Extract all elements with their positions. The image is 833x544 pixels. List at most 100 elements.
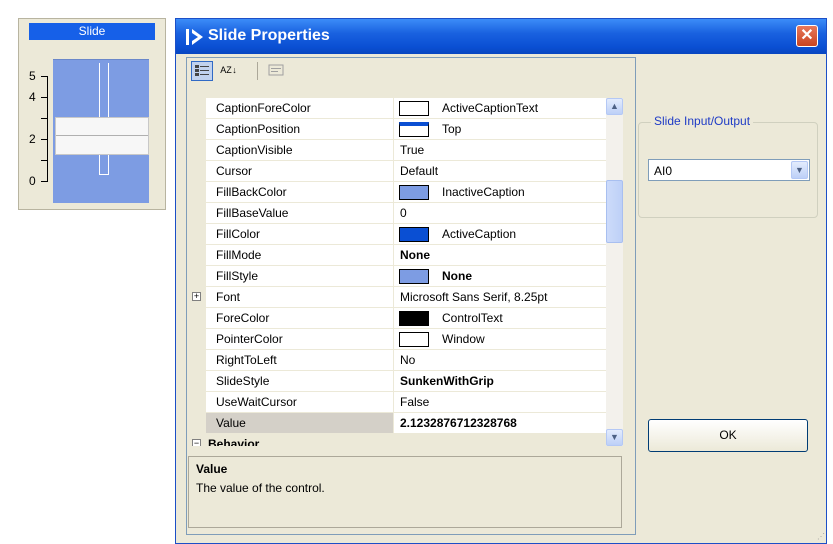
property-name: ForeColor xyxy=(216,311,270,325)
column-divider xyxy=(393,371,394,392)
property-value[interactable]: 0 xyxy=(400,206,606,220)
slide-control[interactable]: Slide 5 4 2 0 xyxy=(18,18,166,210)
property-value[interactable]: InactiveCaption xyxy=(442,185,606,199)
property-row[interactable]: FillStyle None xyxy=(188,266,606,287)
property-row[interactable]: FillMode None xyxy=(188,245,606,266)
scroll-up-arrow-icon[interactable]: ▲ xyxy=(606,98,623,115)
property-name: CaptionForeColor xyxy=(216,101,311,115)
property-row[interactable]: CaptionVisible True xyxy=(188,140,606,161)
property-name: UseWaitCursor xyxy=(216,395,297,409)
column-divider xyxy=(393,350,394,371)
description-panel: Value The value of the control. xyxy=(188,456,622,528)
property-value[interactable]: 2.1232876712328768 xyxy=(400,416,606,430)
color-swatch xyxy=(399,227,429,242)
property-value[interactable]: ControlText xyxy=(442,311,606,325)
property-row[interactable]: FillColor ActiveCaption xyxy=(188,224,606,245)
slide-thumb[interactable] xyxy=(55,117,149,156)
scale-label-0: 0 xyxy=(29,174,36,188)
property-value[interactable]: Default xyxy=(400,164,606,178)
property-row[interactable]: Value 2.1232876712328768 xyxy=(188,413,606,434)
property-name: Value xyxy=(216,416,246,430)
category-label: Behavior xyxy=(208,437,260,446)
column-divider xyxy=(393,245,394,266)
property-row[interactable]: UseWaitCursor False xyxy=(188,392,606,413)
scale-tick-1 xyxy=(41,160,47,161)
categorized-view-button[interactable] xyxy=(191,61,213,81)
column-divider xyxy=(393,266,394,287)
property-value[interactable]: No xyxy=(400,353,606,367)
property-row[interactable]: CaptionPosition Top xyxy=(188,119,606,140)
property-value[interactable]: True xyxy=(400,143,606,157)
toolbar-separator xyxy=(257,62,258,80)
column-divider xyxy=(393,329,394,350)
property-list-scrollbar[interactable]: ▲ ▼ xyxy=(606,98,623,446)
collapse-icon[interactable]: − xyxy=(192,439,201,446)
property-grid: A Z ↓ CaptionForeColor ActiveCaptionText C… xyxy=(186,57,636,535)
scale-label-4: 4 xyxy=(29,90,36,104)
category-row-behavior[interactable]: − Behavior xyxy=(188,434,606,446)
column-divider xyxy=(393,308,394,329)
slide-io-group-title: Slide Input/Output xyxy=(651,114,754,128)
property-value[interactable]: ActiveCaption xyxy=(442,227,606,241)
ok-button[interactable]: OK xyxy=(648,419,808,452)
property-row[interactable]: Cursor Default xyxy=(188,161,606,182)
scroll-down-arrow-icon[interactable]: ▼ xyxy=(606,429,623,446)
scale-tick-0 xyxy=(41,181,47,182)
play-arrow-icon xyxy=(186,29,203,45)
property-row[interactable]: + Font Microsoft Sans Serif, 8.25pt xyxy=(188,287,606,308)
property-value[interactable]: ActiveCaptionText xyxy=(442,101,606,115)
caption-position-swatch xyxy=(399,122,429,137)
column-divider xyxy=(393,98,394,119)
property-name: SlideStyle xyxy=(216,374,270,388)
categorized-view-icon xyxy=(195,65,209,76)
slide-caption: Slide xyxy=(29,23,155,40)
property-value[interactable]: Window xyxy=(442,332,606,346)
property-row[interactable]: SlideStyle SunkenWithGrip xyxy=(188,371,606,392)
property-name: Font xyxy=(216,290,241,304)
alphabetical-sort-button[interactable]: A Z ↓ xyxy=(215,61,241,81)
scale-tick-5 xyxy=(41,76,47,77)
property-name: FillColor xyxy=(216,227,261,241)
property-row[interactable]: FillBaseValue 0 xyxy=(188,203,606,224)
property-pages-button[interactable] xyxy=(265,61,287,81)
property-row[interactable]: RightToLeft No xyxy=(188,350,606,371)
property-value[interactable]: None xyxy=(400,248,606,262)
property-row[interactable]: FillBackColor InactiveCaption xyxy=(188,182,606,203)
description-title: Value xyxy=(196,462,228,476)
color-swatch xyxy=(399,269,429,284)
chevron-down-icon[interactable]: ▼ xyxy=(791,161,808,179)
property-value[interactable]: SunkenWithGrip xyxy=(400,374,606,388)
resize-grip-icon[interactable]: ⋰ xyxy=(817,532,825,541)
property-row[interactable]: ForeColor ControlText xyxy=(188,308,606,329)
color-swatch xyxy=(399,332,429,347)
column-divider xyxy=(393,119,394,140)
column-divider xyxy=(393,413,394,434)
property-value[interactable]: None xyxy=(442,269,606,283)
column-divider xyxy=(393,392,394,413)
expand-icon[interactable]: + xyxy=(192,292,201,301)
property-value[interactable]: False xyxy=(400,395,606,409)
color-swatch xyxy=(399,185,429,200)
scrollbar-thumb[interactable] xyxy=(606,180,623,243)
property-value[interactable]: Microsoft Sans Serif, 8.25pt xyxy=(400,290,606,304)
title-bar[interactable]: Slide Properties ✕ xyxy=(176,19,826,54)
slide-io-select[interactable]: AI0 ▼ xyxy=(648,159,810,181)
column-divider xyxy=(393,161,394,182)
slide-io-select-value: AI0 xyxy=(654,164,673,178)
slide-properties-dialog: Slide Properties ✕ A Z ↓ CaptionForeColo… xyxy=(175,18,827,544)
property-name: FillStyle xyxy=(216,269,259,283)
slide-thumb-grip xyxy=(56,135,148,137)
property-row[interactable]: CaptionForeColor ActiveCaptionText xyxy=(188,98,606,119)
scale-tick-4 xyxy=(41,97,47,98)
color-swatch xyxy=(399,101,429,116)
property-pages-icon xyxy=(268,64,284,76)
property-value[interactable]: Top xyxy=(442,122,606,136)
dialog-title: Slide Properties xyxy=(208,27,330,44)
property-name: Cursor xyxy=(216,164,253,178)
description-body: The value of the control. xyxy=(196,481,325,495)
property-row[interactable]: PointerColor Window xyxy=(188,329,606,350)
close-button[interactable]: ✕ xyxy=(796,25,818,47)
scale-label-5: 5 xyxy=(29,69,36,83)
scale-tick-3 xyxy=(41,118,47,119)
column-divider xyxy=(393,287,394,308)
